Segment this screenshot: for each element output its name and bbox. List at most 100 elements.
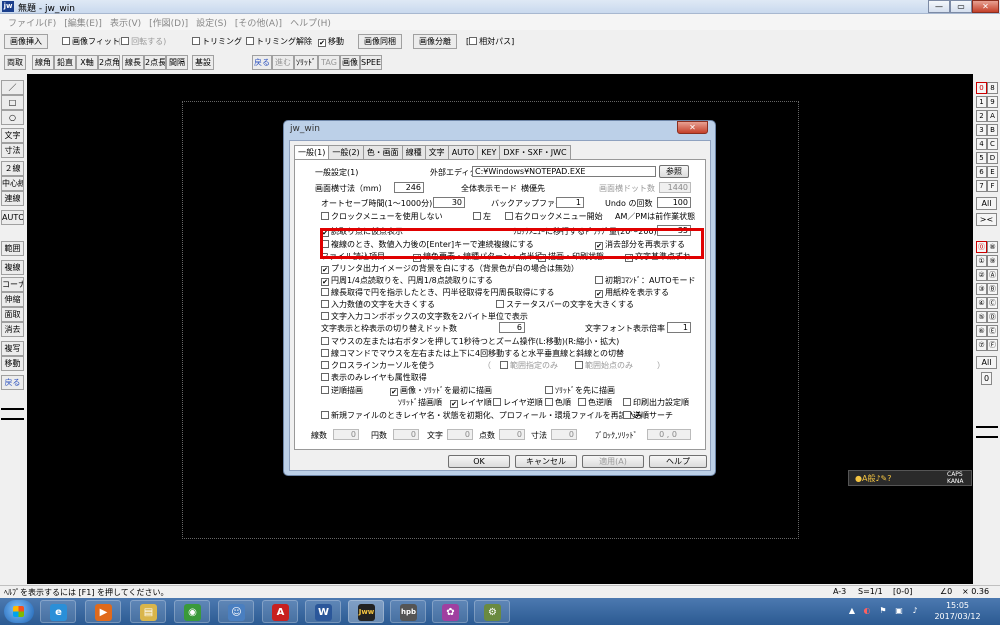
tab-dxf[interactable]: DXF・SXF・JWC bbox=[499, 145, 571, 159]
range-point-checkbox[interactable]: 範囲始点のみ bbox=[575, 360, 633, 371]
layer-group-button[interactable]: 1 bbox=[976, 96, 987, 108]
init-auto-checkbox[interactable]: 初期ｺﾏﾝﾄﾞ：AUTOモード bbox=[595, 275, 696, 286]
layer-group-button[interactable]: 2 bbox=[976, 110, 987, 122]
tab-auto[interactable]: AUTO bbox=[447, 145, 479, 159]
print-order-checkbox[interactable]: 印刷出力設定順 bbox=[623, 397, 689, 408]
taskbar-ie[interactable]: e bbox=[40, 600, 76, 623]
image-first-checkbox[interactable]: 画像・ｿﾘｯﾄﾞを最初に描画 bbox=[390, 385, 492, 396]
menu-edit[interactable]: [編集(E)] bbox=[60, 14, 106, 30]
menu-view[interactable]: 表示(V) bbox=[106, 14, 145, 30]
line-command-checkbox[interactable]: 線コマンドでマウスを左右または上下に4回移動すると水平垂直線と斜線との切替 bbox=[321, 348, 624, 359]
layer-button[interactable]: ⑦ bbox=[976, 339, 987, 351]
ok-button[interactable]: OK bbox=[448, 455, 510, 468]
font-scale-input[interactable]: 1 bbox=[667, 322, 691, 333]
corner-tool[interactable]: コーナー bbox=[1, 277, 24, 292]
redo-button[interactable]: 進む bbox=[272, 55, 294, 70]
layer-button[interactable]: Ⓕ bbox=[987, 339, 998, 351]
tab-color-screen[interactable]: 色・画面 bbox=[362, 145, 403, 159]
image-button[interactable]: 画像 bbox=[340, 55, 360, 70]
tag-button[interactable]: TAG bbox=[318, 55, 340, 70]
layer-group-button[interactable]: 6 bbox=[976, 166, 987, 178]
image-split-button[interactable]: 画像分離 bbox=[413, 34, 457, 49]
layer-group-button[interactable]: 3 bbox=[976, 124, 987, 136]
stretch-tool[interactable]: 伸縮 bbox=[1, 292, 24, 307]
layer-group-button[interactable]: C bbox=[987, 138, 998, 150]
reverse-search-checkbox[interactable]: 逆順サーチ bbox=[623, 410, 673, 421]
start-button[interactable] bbox=[4, 600, 34, 623]
menu-settings[interactable]: 設定(S) bbox=[192, 14, 231, 30]
close-button[interactable]: ✕ bbox=[972, 0, 999, 13]
chamfer-tool[interactable]: 面取 bbox=[1, 307, 24, 322]
trimming-checkbox[interactable]: トリミング bbox=[192, 35, 242, 49]
line-tool[interactable]: ／ bbox=[1, 80, 24, 95]
layer-button[interactable]: ⑥ bbox=[976, 325, 987, 337]
continuous-line-tool[interactable]: 連線 bbox=[1, 191, 24, 206]
layer-group-button[interactable]: 0 bbox=[976, 82, 987, 94]
tool-enchoku[interactable]: 鉛直 bbox=[54, 55, 76, 70]
left-radio[interactable]: 左 bbox=[473, 211, 491, 222]
text-tool[interactable]: 文字 bbox=[1, 128, 24, 143]
crossline-checkbox[interactable]: クロスラインカーソルを使う bbox=[321, 360, 435, 371]
taskbar-explorer[interactable]: ▤ bbox=[130, 600, 166, 623]
backup-input[interactable]: 1 bbox=[556, 197, 584, 208]
range-tool[interactable]: 範囲 bbox=[1, 241, 24, 256]
taskbar-word[interactable]: W bbox=[305, 600, 341, 623]
status-large-checkbox[interactable]: ステータスバーの文字を大きくする bbox=[496, 299, 634, 310]
apply-button[interactable]: 適用(A) bbox=[582, 455, 644, 468]
layer-group-button[interactable]: 8 bbox=[987, 82, 998, 94]
taskbar-paint[interactable]: ✿ bbox=[432, 600, 468, 623]
taskbar-misc[interactable]: ⚙ bbox=[474, 600, 510, 623]
fit-image-checkbox[interactable]: 画像フィット bbox=[62, 35, 120, 49]
solid-button[interactable]: ｿﾘｯﾄﾞ bbox=[294, 55, 318, 70]
tab-general-1[interactable]: 一般(1) bbox=[294, 145, 330, 159]
copy-line-tool[interactable]: 複線 bbox=[1, 260, 24, 275]
tool-x-axis[interactable]: X軸 bbox=[76, 55, 98, 70]
taskbar-messenger[interactable]: ☺ bbox=[218, 600, 254, 623]
image-same-button[interactable]: 画像同梱 bbox=[358, 34, 402, 49]
layer-order-checkbox[interactable]: レイヤ順 bbox=[450, 397, 492, 408]
layer-group-button[interactable]: 7 bbox=[976, 180, 987, 192]
trimming-cancel-checkbox[interactable]: トリミング解除 bbox=[246, 35, 312, 49]
relative-path-checkbox[interactable]: [相対パス] bbox=[466, 35, 514, 49]
antivirus-icon[interactable]: ◐ bbox=[862, 606, 872, 616]
layer-only-checkbox[interactable]: 表示のみレイヤも属性取得 bbox=[321, 372, 427, 383]
circle-read-checkbox[interactable]: 円周1/4点読取りを、円周1/8点読取りにする bbox=[321, 275, 493, 286]
tab-line-type[interactable]: 線種 bbox=[401, 145, 426, 159]
tool-2point-angle[interactable]: 2点角 bbox=[98, 55, 120, 70]
tool-line-length[interactable]: 線長 bbox=[122, 55, 144, 70]
flag-icon[interactable]: ⚑ bbox=[878, 606, 888, 616]
layer-group-button[interactable]: 5 bbox=[976, 152, 987, 164]
status-scale[interactable]: S=1/1 bbox=[858, 587, 883, 596]
layer-button[interactable]: ⑧ bbox=[987, 241, 998, 253]
layer-group-button[interactable]: A bbox=[987, 110, 998, 122]
layer-group-button[interactable]: B bbox=[987, 124, 998, 136]
layer-group-button[interactable]: F bbox=[987, 180, 998, 192]
clock-menu-checkbox[interactable]: クロックメニューを使用しない bbox=[321, 211, 443, 222]
color-reverse-checkbox[interactable]: 色逆順 bbox=[578, 397, 612, 408]
volume-icon[interactable]: ♪ bbox=[910, 606, 920, 616]
undo-input[interactable]: 100 bbox=[657, 197, 691, 208]
tab-key[interactable]: KEY bbox=[477, 145, 501, 159]
menu-other[interactable]: [その他(A)] bbox=[231, 14, 286, 30]
layer-button[interactable]: ⑤ bbox=[976, 311, 987, 323]
back-tool[interactable]: 戻る bbox=[1, 375, 24, 390]
new-file-init-checkbox[interactable]: 新規ファイルのときレイヤ名・状態を初期化、プロフィール・環境ファイルを再読込み bbox=[321, 410, 643, 421]
rectangle-tool[interactable]: □ bbox=[1, 95, 24, 110]
layer-swap-button[interactable]: >< bbox=[976, 213, 997, 226]
screen-dots-input[interactable]: 1440 bbox=[659, 182, 691, 193]
status-paper[interactable]: A-3 bbox=[833, 587, 846, 596]
tab-general-2[interactable]: 一般(2) bbox=[328, 145, 364, 159]
switch-dots-input[interactable]: 6 bbox=[499, 322, 525, 333]
layer-button[interactable]: Ⓔ bbox=[987, 325, 998, 337]
move-tool[interactable]: 移動 bbox=[1, 356, 24, 371]
layer-all-button[interactable]: All bbox=[976, 356, 997, 369]
double-line-tool[interactable]: ２線 bbox=[1, 161, 24, 176]
external-editor-input[interactable]: C:¥Windows¥NOTEPAD.EXE bbox=[472, 166, 656, 177]
status-zoom[interactable]: × 0.36 bbox=[962, 587, 989, 596]
layer-group-all-button[interactable]: All bbox=[976, 197, 997, 210]
layer-button[interactable]: Ⓑ bbox=[987, 283, 998, 295]
ime-language-bar[interactable]: ●A般♪✎? CAPS KANA bbox=[848, 470, 972, 486]
circle-tool[interactable]: ○ bbox=[1, 110, 24, 125]
taskbar-jww[interactable]: Jww bbox=[348, 600, 384, 623]
layer-group-button[interactable]: 4 bbox=[976, 138, 987, 150]
